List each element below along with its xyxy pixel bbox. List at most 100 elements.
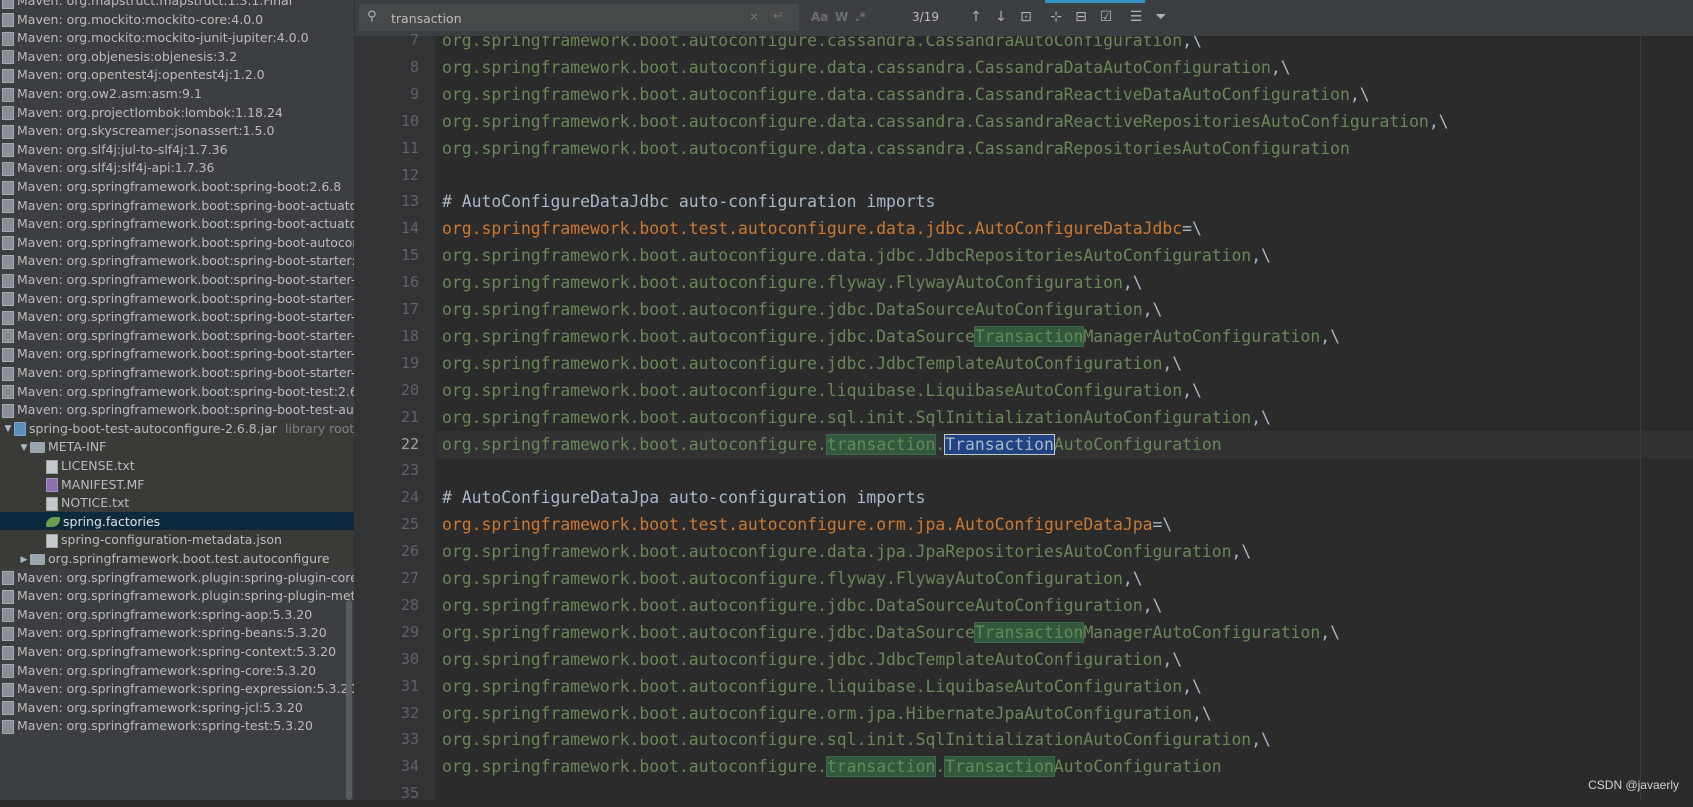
code-line[interactable]: org.springframework.boot.autoconfigure.s… bbox=[442, 726, 1271, 753]
tree-item[interactable]: Maven: org.springframework:spring-beans:… bbox=[0, 623, 354, 643]
code-line[interactable]: org.springframework.boot.autoconfigure.d… bbox=[442, 135, 1350, 162]
code-line[interactable]: org.springframework.boot.autoconfigure.j… bbox=[442, 646, 1182, 673]
line-number: 22 bbox=[400, 434, 419, 453]
code-line[interactable]: org.springframework.boot.autoconfigure.f… bbox=[442, 269, 1143, 296]
code-line[interactable]: org.springframework.boot.autoconfigure.j… bbox=[442, 296, 1162, 323]
code-line[interactable]: org.springframework.boot.autoconfigure.d… bbox=[442, 54, 1291, 81]
tree-item[interactable]: Maven: org.springframework.plugin:spring… bbox=[0, 568, 354, 588]
filter-icon[interactable]: ⏷ bbox=[1151, 7, 1171, 27]
tree-item[interactable]: Maven: org.springframework:spring-aop:5.… bbox=[0, 605, 354, 625]
code-editor[interactable]: org.springframework.boot.autoconfigure.c… bbox=[436, 36, 1693, 800]
code-line[interactable]: org.springframework.boot.autoconfigure.f… bbox=[442, 565, 1143, 592]
tree-item[interactable]: Maven: org.opentest4j:opentest4j:1.2.0 bbox=[0, 65, 354, 85]
tree-item[interactable]: Maven: org.springframework:spring-expres… bbox=[0, 679, 354, 699]
tree-item[interactable]: ▼ spring-boot-test-autoconfigure-2.6.8.ja… bbox=[0, 418, 354, 439]
tree-item[interactable]: LICENSE.txt bbox=[0, 456, 354, 476]
code-line[interactable]: org.springframework.boot.autoconfigure.d… bbox=[442, 81, 1370, 108]
search-input[interactable] bbox=[389, 8, 693, 28]
tree-item[interactable]: Maven: org.springframework:spring-test:5… bbox=[0, 716, 354, 736]
code-line[interactable]: org.springframework.boot.autoconfigure.j… bbox=[442, 350, 1182, 377]
chevron-right-icon[interactable]: ▶ bbox=[18, 550, 30, 570]
regex-toggle[interactable]: .* bbox=[855, 10, 866, 24]
tree-item[interactable]: Maven: org.springframework.boot:spring-b… bbox=[0, 251, 354, 271]
tree-item[interactable]: Maven: org.springframework.boot:spring-b… bbox=[0, 363, 354, 383]
next-occurrence-icon[interactable]: ↓ bbox=[991, 7, 1011, 27]
tree-item[interactable]: MANIFEST.MF bbox=[0, 474, 354, 495]
project-tree-scrollbar[interactable] bbox=[346, 600, 352, 800]
tree-item[interactable]: spring-configuration-metadata.json bbox=[0, 530, 354, 551]
select-all-occurrences-icon[interactable]: ☑ bbox=[1096, 7, 1116, 27]
tree-item[interactable]: Maven: org.springframework.boot:spring-b… bbox=[0, 214, 354, 234]
tree-item[interactable]: Maven: org.springframework.plugin:spring… bbox=[0, 586, 354, 606]
tree-item-label: Maven: org.springframework.boot:spring-b… bbox=[17, 309, 354, 325]
tree-item[interactable]: Maven: org.springframework:spring-core:5… bbox=[0, 661, 354, 681]
tree-item[interactable]: Maven: org.springframework.boot:spring-b… bbox=[0, 382, 354, 402]
code-text: org.springframework.boot.autoconfigure.j… bbox=[442, 595, 1143, 615]
code-line[interactable]: org.springframework.boot.autoconfigure.s… bbox=[442, 404, 1271, 431]
tree-item[interactable]: Maven: org.skyscreamer:jsonassert:1.5.0 bbox=[0, 121, 354, 141]
tree-item[interactable]: Maven: org.springframework.boot:spring-b… bbox=[0, 233, 354, 253]
code-line[interactable]: org.springframework.boot.autoconfigure.d… bbox=[442, 538, 1251, 565]
remove-selection-icon[interactable]: ⊟ bbox=[1071, 7, 1091, 27]
code-line[interactable]: org.springframework.boot.autoconfigure.l… bbox=[442, 377, 1202, 404]
tree-item[interactable]: Maven: org.projectlombok:lombok:1.18.24 bbox=[0, 103, 354, 123]
tree-item[interactable]: Maven: org.objenesis:objenesis:3.2 bbox=[0, 47, 354, 67]
tree-item[interactable]: Maven: org.ow2.asm:asm:9.1 bbox=[0, 84, 354, 104]
code-line[interactable]: org.springframework.boot.autoconfigure.d… bbox=[442, 108, 1449, 135]
library-icon bbox=[2, 68, 14, 83]
code-line[interactable]: org.springframework.boot.autoconfigure.d… bbox=[442, 242, 1271, 269]
tree-item[interactable]: spring.factories bbox=[0, 511, 354, 532]
code-line[interactable]: # AutoConfigureDataJdbc auto-configurati… bbox=[442, 188, 935, 215]
open-in-window-icon[interactable]: ⊡ bbox=[1016, 7, 1036, 27]
search-match: Transaction bbox=[973, 621, 1085, 643]
tree-item[interactable]: ▶ org.springframework.boot.test.autoconfi… bbox=[0, 549, 354, 569]
match-case-toggle[interactable]: Aa bbox=[811, 10, 828, 24]
tree-item-label: Maven: org.opentest4j:opentest4j:1.2.0 bbox=[17, 67, 265, 83]
project-tree[interactable]: Maven: org.mapstruct:mapstruct:1.3.1.Fin… bbox=[0, 0, 354, 800]
code-line[interactable]: org.springframework.boot.autoconfigure.j… bbox=[442, 323, 1340, 350]
tree-item[interactable]: Maven: org.springframework.boot:spring-b… bbox=[0, 307, 354, 327]
line-number: 23 bbox=[400, 461, 419, 480]
tree-item-label: Maven: org.springframework.boot:spring-b… bbox=[17, 383, 354, 399]
tree-item[interactable]: Maven: org.springframework.boot:spring-b… bbox=[0, 196, 354, 216]
newline-icon[interactable]: ↵ bbox=[773, 9, 784, 24]
code-line[interactable]: org.springframework.boot.autoconfigure.o… bbox=[442, 700, 1212, 727]
code-line[interactable]: org.springframework.boot.autoconfigure.l… bbox=[442, 673, 1202, 700]
find-toolbar: ⚲ ✕ ↵ Aa W .* 3/19 ↑ ↓ ⊡ ⊹ ⊟ ☑ ☰ ⏷ bbox=[355, 0, 1693, 37]
code-line[interactable]: org.springframework.boot.autoconfigure.t… bbox=[442, 753, 1222, 780]
show-filter-popup-icon[interactable]: ☰ bbox=[1126, 7, 1146, 27]
tree-item[interactable]: Maven: org.springframework.boot:spring-b… bbox=[0, 344, 354, 364]
library-icon bbox=[2, 292, 14, 307]
line-number: 15 bbox=[400, 246, 419, 265]
chevron-down-icon[interactable]: ▼ bbox=[18, 438, 30, 458]
previous-occurrence-icon[interactable]: ↑ bbox=[966, 7, 986, 27]
tree-item[interactable]: Maven: org.springframework:spring-jcl:5.… bbox=[0, 698, 354, 718]
code-line[interactable]: org.springframework.boot.autoconfigure.j… bbox=[442, 592, 1162, 619]
clear-icon[interactable]: ✕ bbox=[749, 10, 759, 24]
chevron-down-icon[interactable]: ▼ bbox=[2, 419, 14, 439]
tree-item[interactable]: Maven: org.mockito:mockito-core:4.0.0 bbox=[0, 10, 354, 30]
code-text: org.springframework.boot.autoconfigure. bbox=[442, 434, 827, 454]
add-selection-icon[interactable]: ⊹ bbox=[1046, 7, 1066, 27]
tree-item[interactable]: Maven: org.springframework.boot:spring-b… bbox=[0, 289, 354, 309]
code-line[interactable]: org.springframework.boot.test.autoconfig… bbox=[442, 511, 1172, 538]
code-line[interactable]: org.springframework.boot.autoconfigure.j… bbox=[442, 619, 1340, 646]
tree-item[interactable]: Maven: org.springframework:spring-contex… bbox=[0, 642, 354, 662]
tree-item[interactable]: Maven: org.slf4j:jul-to-slf4j:1.7.36 bbox=[0, 140, 354, 160]
code-line[interactable]: org.springframework.boot.test.autoconfig… bbox=[442, 215, 1202, 242]
tree-item[interactable]: Maven: org.slf4j:slf4j-api:1.7.36 bbox=[0, 158, 354, 178]
tree-item[interactable]: Maven: org.springframework.boot:spring-b… bbox=[0, 400, 354, 420]
tree-item[interactable]: NOTICE.txt bbox=[0, 493, 354, 514]
tree-item[interactable]: Maven: org.springframework.boot:spring-b… bbox=[0, 177, 354, 197]
tree-item[interactable]: Maven: org.mockito:mockito-junit-jupiter… bbox=[0, 28, 354, 48]
line-number: 24 bbox=[400, 488, 419, 507]
code-line[interactable]: # AutoConfigureDataJpa auto-configuratio… bbox=[442, 484, 926, 511]
tree-item[interactable]: ▼ META-INF bbox=[0, 437, 354, 458]
code-line[interactable]: org.springframework.boot.autoconfigure.t… bbox=[442, 431, 1222, 458]
tree-item[interactable]: Maven: org.springframework.boot:spring-b… bbox=[0, 270, 354, 290]
search-icon[interactable]: ⚲ bbox=[367, 10, 381, 24]
code-line[interactable]: org.springframework.boot.autoconfigure.c… bbox=[442, 36, 1202, 54]
words-toggle[interactable]: W bbox=[835, 10, 848, 24]
tree-item[interactable]: Maven: org.springframework.boot:spring-b… bbox=[0, 326, 354, 346]
library-icon bbox=[2, 0, 14, 9]
